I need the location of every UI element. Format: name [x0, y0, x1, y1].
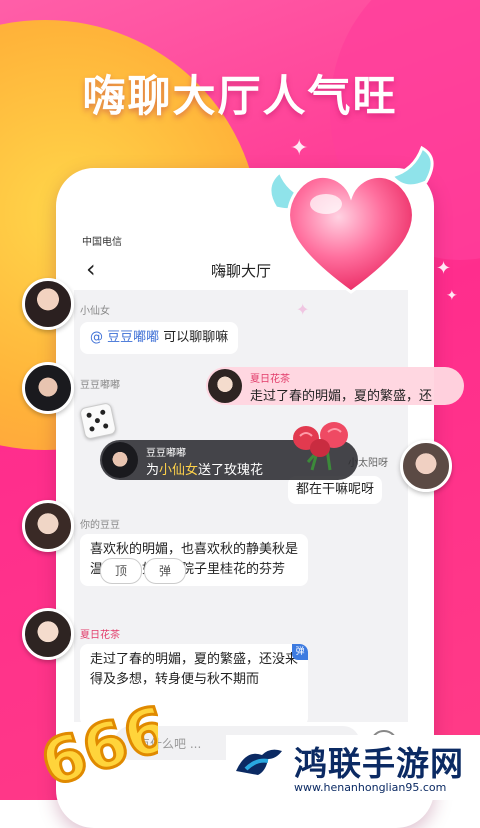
sparkle-icon: ✦: [290, 136, 309, 161]
message-text: 可以聊聊嘛: [159, 330, 229, 345]
gift-text: 为小仙女送了玫瑰花: [146, 459, 263, 478]
gift-target: 小仙女: [159, 463, 199, 478]
message-text: 都在干嘛呢呀: [296, 482, 375, 497]
message-username: 豆豆嘟嘟: [80, 380, 120, 391]
gift-prefix: 为: [146, 463, 160, 478]
sparkle-icon: ✦: [436, 258, 452, 279]
message-bubble: 都在干嘛呢呀: [288, 476, 383, 504]
bull-logo-icon: [236, 749, 282, 775]
mention-link[interactable]: @ 豆豆嘟嘟: [90, 330, 159, 345]
barrage-banner: 夏日花茶 走过了春的明媚，夏的繁盛，还: [206, 367, 464, 405]
watermark-url: www.henanhonglian95.com: [294, 781, 447, 794]
avatar[interactable]: [400, 440, 452, 492]
avatar: [102, 442, 138, 478]
sparkle-icon: ✦: [296, 300, 310, 319]
banner-text: 走过了春的明媚，夏的繁盛，还: [250, 389, 433, 404]
avatar[interactable]: [22, 362, 74, 414]
avatar: [208, 369, 242, 403]
dice-icon: [79, 402, 117, 440]
banner-username: 豆豆嘟嘟: [146, 448, 186, 459]
badge-666-text: 666: [32, 691, 158, 788]
message-username: 你的豆豆: [80, 520, 120, 531]
message-username: 夏日花茶: [80, 630, 120, 641]
gift-suffix: 送了玫瑰花: [198, 463, 264, 478]
badge-666-icon: 666: [31, 690, 158, 788]
message-bubble: @ 豆豆嘟嘟 可以聊聊嘛: [80, 322, 239, 354]
watermark-brand: 鸿联手游网 www.henanhonglian95.com: [226, 735, 480, 800]
avatar[interactable]: [22, 608, 74, 660]
barrage-badge: 弹: [292, 644, 308, 660]
quick-tag-button[interactable]: 顶: [100, 558, 142, 584]
carrier-label: 中国电信: [82, 237, 122, 248]
winged-heart-icon: [268, 145, 434, 294]
sparkle-icon: ✦: [446, 288, 458, 304]
promo-headline: 嗨聊大厅人气旺: [82, 72, 398, 122]
watermark-name: 鸿联手游网: [294, 744, 464, 783]
banner-username: 夏日花茶: [250, 374, 290, 385]
message-username: 小仙女: [80, 306, 110, 317]
avatar[interactable]: [22, 278, 74, 330]
quick-tag-button[interactable]: 弹: [144, 558, 186, 584]
rose-bouquet-icon: [293, 422, 348, 471]
avatar[interactable]: [22, 500, 74, 552]
